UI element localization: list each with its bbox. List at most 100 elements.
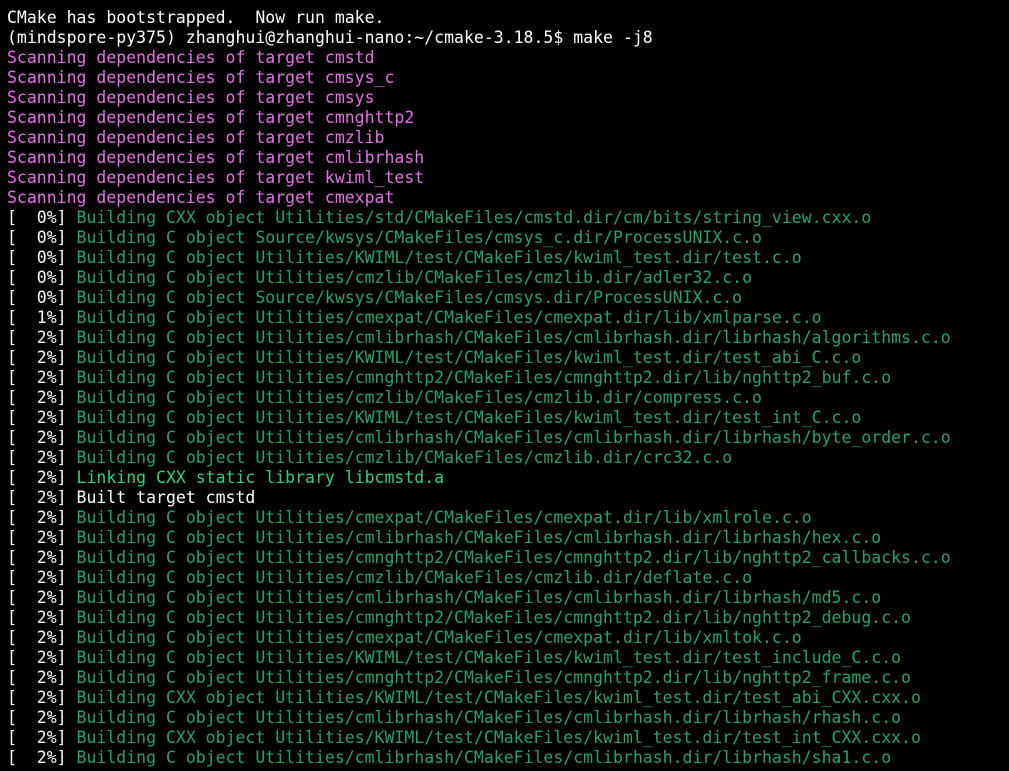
terminal-line: [ 0%] Building C object Utilities/KWIML/…: [7, 248, 1009, 268]
line-text: Building CXX object Utilities/std/CMakeF…: [76, 208, 872, 227]
terminal-line: [ 0%] Building C object Source/kwsys/CMa…: [7, 228, 1009, 248]
line-text: Building CXX object Utilities/KWIML/test…: [76, 688, 921, 707]
line-text: Building C object Utilities/KWIML/test/C…: [76, 408, 862, 427]
progress-prefix: [ 2%]: [7, 368, 77, 387]
terminal-line: [ 2%] Building C object Utilities/cmzlib…: [7, 568, 1009, 588]
terminal-line: Scanning dependencies of target cmzlib: [7, 128, 1009, 148]
terminal-line: [ 2%] Building C object Utilities/cmlibr…: [7, 708, 1009, 728]
terminal-line: [ 2%] Building C object Utilities/cmlibr…: [7, 588, 1009, 608]
terminal-line: [ 2%] Building C object Utilities/cmzlib…: [7, 448, 1009, 468]
line-text: Scanning dependencies of target kwiml_te…: [7, 168, 425, 187]
progress-prefix: [ 2%]: [7, 728, 77, 747]
terminal-line: [ 2%] Building CXX object Utilities/KWIM…: [7, 688, 1009, 708]
line-text: Building C object Utilities/cmexpat/CMak…: [76, 628, 802, 647]
line-text: Scanning dependencies of target cmstd: [7, 48, 375, 67]
progress-prefix: [ 2%]: [7, 448, 77, 467]
line-text: Building C object Utilities/cmlibrhash/C…: [76, 428, 951, 447]
line-text: (mindspore-py375) zhanghui@zhanghui-nano…: [7, 28, 653, 47]
line-text: Building C object Utilities/cmnghttp2/CM…: [76, 668, 911, 687]
line-text: Building C object Utilities/cmzlib/CMake…: [76, 448, 733, 467]
terminal-line: [ 2%] Building C object Utilities/cmnght…: [7, 548, 1009, 568]
progress-prefix: [ 2%]: [7, 688, 77, 707]
terminal-line: [ 2%] Built target cmstd: [7, 488, 1009, 508]
progress-prefix: [ 2%]: [7, 408, 77, 427]
terminal-line: [ 2%] Building CXX object Utilities/KWIM…: [7, 728, 1009, 748]
terminal-line: [ 2%] Building C object Utilities/cmlibr…: [7, 528, 1009, 548]
progress-prefix: [ 0%]: [7, 208, 77, 227]
line-text: Building C object Utilities/KWIML/test/C…: [76, 348, 862, 367]
line-text: Building C object Utilities/KWIML/test/C…: [76, 248, 802, 267]
terminal-line: Scanning dependencies of target cmstd: [7, 48, 1009, 68]
line-text: Built target cmstd: [76, 488, 256, 507]
terminal-line: [ 2%] Building C object Utilities/cmexpa…: [7, 508, 1009, 528]
line-text: Scanning dependencies of target cmsys: [7, 88, 375, 107]
line-text: Linking CXX static library libcmstd.a: [76, 468, 445, 487]
terminal-line: [ 2%] Building C object Utilities/KWIML/…: [7, 348, 1009, 368]
terminal-line: [ 2%] Building C object Utilities/KWIML/…: [7, 648, 1009, 668]
terminal-line: [ 2%] Building C object Utilities/cmnght…: [7, 668, 1009, 688]
terminal-line: [ 0%] Building CXX object Utilities/std/…: [7, 208, 1009, 228]
line-text: Building C object Utilities/cmlibrhash/C…: [76, 328, 951, 347]
progress-prefix: [ 2%]: [7, 628, 77, 647]
terminal-line: [ 2%] Building C object Utilities/cmnght…: [7, 608, 1009, 628]
line-text: Building C object Source/kwsys/CMakeFile…: [76, 288, 743, 307]
terminal-line: [ 0%] Building C object Source/kwsys/CMa…: [7, 288, 1009, 308]
progress-prefix: [ 2%]: [7, 548, 77, 567]
line-text: Scanning dependencies of target cmlibrha…: [7, 148, 425, 167]
progress-prefix: [ 2%]: [7, 668, 77, 687]
line-text: Building C object Utilities/cmlibrhash/C…: [76, 528, 882, 547]
line-text: Building C object Source/kwsys/CMakeFile…: [76, 228, 762, 247]
progress-prefix: [ 0%]: [7, 268, 77, 287]
progress-prefix: [ 2%]: [7, 708, 77, 727]
line-text: Building CXX object Utilities/KWIML/test…: [76, 728, 921, 747]
progress-prefix: [ 0%]: [7, 248, 77, 267]
terminal-line: Scanning dependencies of target cmlibrha…: [7, 148, 1009, 168]
line-text: Building C object Utilities/KWIML/test/C…: [76, 648, 902, 667]
line-text: Building C object Utilities/cmexpat/CMak…: [76, 508, 812, 527]
progress-prefix: [ 0%]: [7, 288, 77, 307]
line-text: Building C object Utilities/cmzlib/CMake…: [76, 568, 753, 587]
terminal-line: [ 0%] Building C object Utilities/cmzlib…: [7, 268, 1009, 288]
terminal-line: Scanning dependencies of target cmnghttp…: [7, 108, 1009, 128]
line-text: Building C object Utilities/cmlibrhash/C…: [76, 708, 902, 727]
terminal-output[interactable]: CMake has bootstrapped. Now run make. (mi…: [0, 0, 1009, 771]
progress-prefix: [ 2%]: [7, 748, 77, 767]
terminal-line: [ 2%] Building C object Utilities/cmnght…: [7, 368, 1009, 388]
line-text: Building C object Utilities/cmzlib/CMake…: [76, 388, 762, 407]
terminal-line: (mindspore-py375) zhanghui@zhanghui-nano…: [7, 28, 1009, 48]
progress-prefix: [ 2%]: [7, 328, 77, 347]
terminal-line: Scanning dependencies of target kwiml_te…: [7, 168, 1009, 188]
line-text: Building C object Utilities/cmlibrhash/C…: [76, 748, 892, 767]
line-text: Building C object Utilities/cmexpat/CMak…: [76, 308, 822, 327]
line-text: Building C object Utilities/cmzlib/CMake…: [76, 268, 753, 287]
terminal-line: [ 2%] Building C object Utilities/KWIML/…: [7, 408, 1009, 428]
progress-prefix: [ 2%]: [7, 428, 77, 447]
terminal-line: [ 1%] Building C object Utilities/cmexpa…: [7, 308, 1009, 328]
progress-prefix: [ 2%]: [7, 608, 77, 627]
terminal-line: Scanning dependencies of target cmsys_c: [7, 68, 1009, 88]
terminal-line: Scanning dependencies of target cmsys: [7, 88, 1009, 108]
line-text: Building C object Utilities/cmnghttp2/CM…: [76, 368, 892, 387]
progress-prefix: [ 2%]: [7, 568, 77, 587]
line-text: Scanning dependencies of target cmnghttp…: [7, 108, 415, 127]
terminal-line: [ 2%] Linking CXX static library libcmst…: [7, 468, 1009, 488]
progress-prefix: [ 2%]: [7, 348, 77, 367]
terminal-line: [ 2%] Building C object Utilities/cmlibr…: [7, 328, 1009, 348]
terminal-line: Scanning dependencies of target cmexpat: [7, 188, 1009, 208]
terminal-line: CMake has bootstrapped. Now run make.: [7, 8, 1009, 28]
progress-prefix: [ 2%]: [7, 528, 77, 547]
terminal-line: [ 2%] Building C object Utilities/cmzlib…: [7, 388, 1009, 408]
progress-prefix: [ 2%]: [7, 588, 77, 607]
progress-prefix: [ 2%]: [7, 648, 77, 667]
progress-prefix: [ 2%]: [7, 508, 77, 527]
terminal-line: [ 2%] Building C object Utilities/cmlibr…: [7, 428, 1009, 448]
progress-prefix: [ 0%]: [7, 228, 77, 247]
progress-prefix: [ 1%]: [7, 308, 77, 327]
progress-prefix: [ 2%]: [7, 488, 77, 507]
progress-prefix: [ 2%]: [7, 388, 77, 407]
line-text: Scanning dependencies of target cmsys_c: [7, 68, 395, 87]
terminal-line: [ 2%] Building C object Utilities/cmexpa…: [7, 628, 1009, 648]
line-text: Scanning dependencies of target cmzlib: [7, 128, 385, 147]
line-text: Scanning dependencies of target cmexpat: [7, 188, 395, 207]
line-text: CMake has bootstrapped. Now run make.: [7, 8, 385, 27]
